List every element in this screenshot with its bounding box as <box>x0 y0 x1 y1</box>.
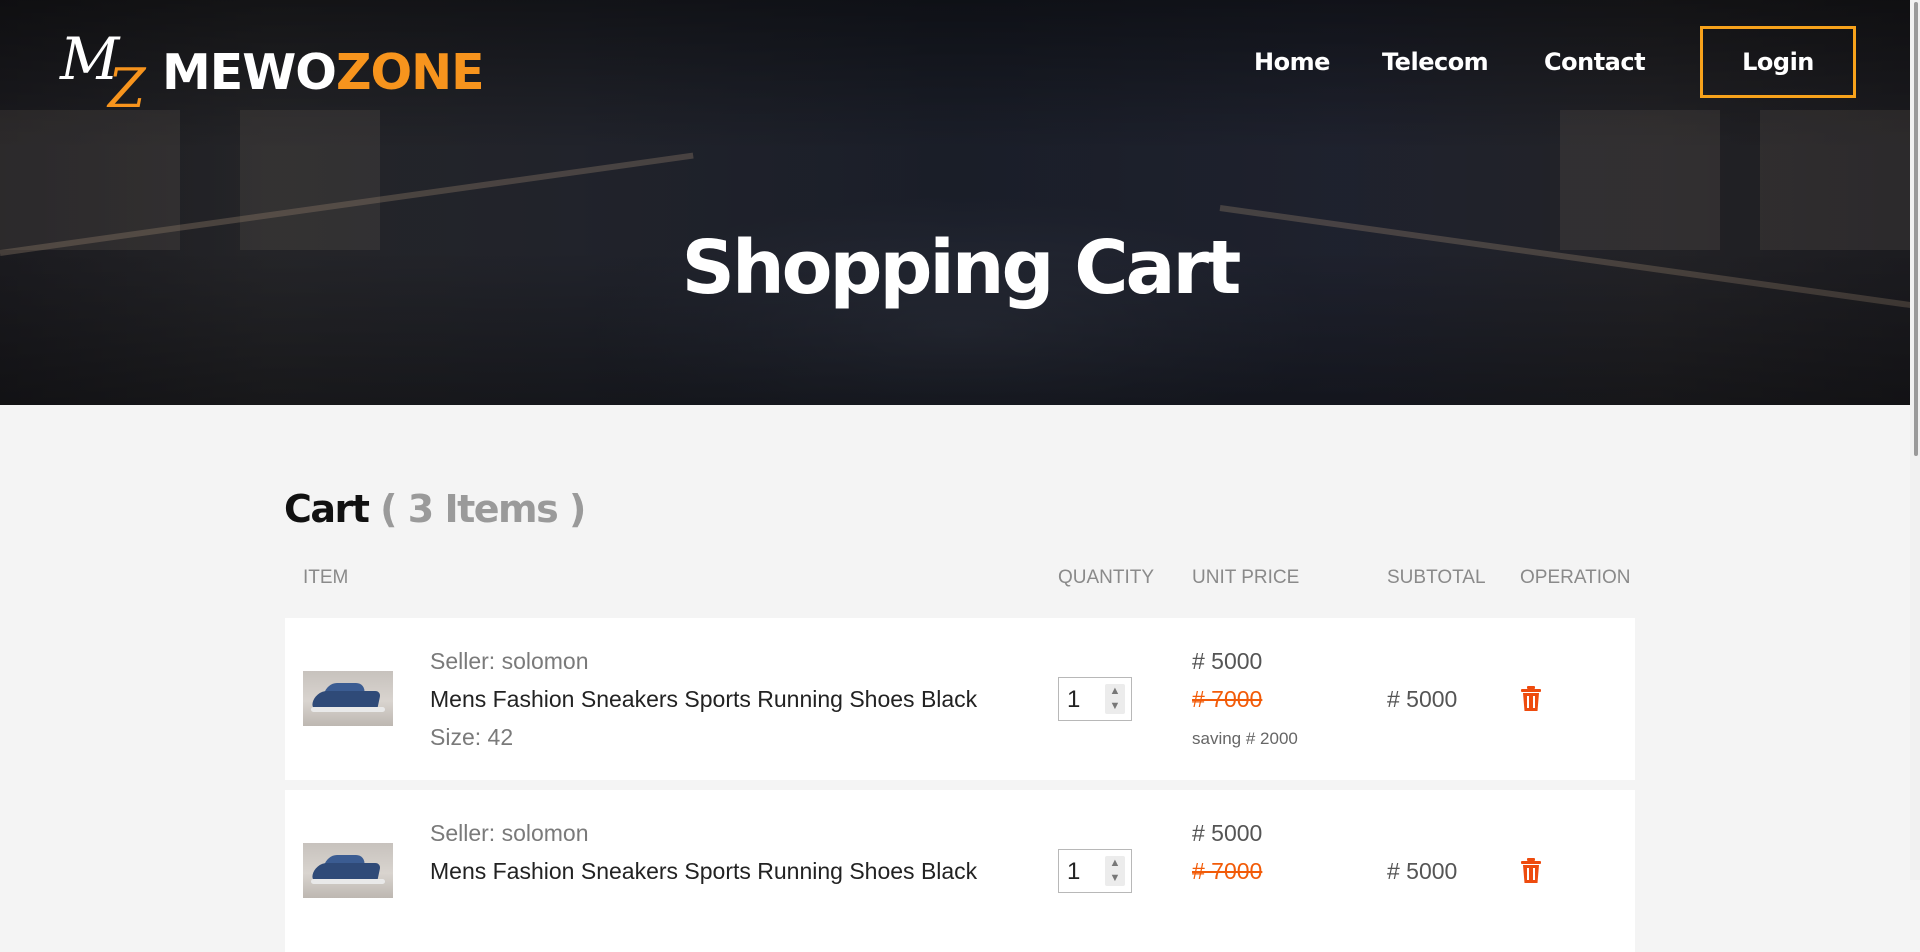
cart-heading: Cart ( 3 Items ) <box>284 487 586 531</box>
login-button[interactable]: Login <box>1700 26 1856 98</box>
seller-name: Seller: solomon <box>430 648 589 674</box>
brand-name-orange: ZONE <box>335 43 485 101</box>
unit-price: # 5000 <box>1192 820 1263 846</box>
product-size: Size: 42 <box>430 724 514 750</box>
original-price: # 7000 <box>1192 858 1263 884</box>
shoe-sole <box>311 707 385 712</box>
brand-name-white: MEWO <box>162 43 337 101</box>
column-header-subtotal: SUBTOTAL <box>1387 567 1486 588</box>
column-header-item: ITEM <box>303 567 349 588</box>
nav-telecom[interactable]: Telecom <box>1382 48 1489 76</box>
unit-price: # 5000 <box>1192 648 1263 674</box>
nav-contact[interactable]: Contact <box>1544 48 1646 76</box>
logo-mark: M Z <box>60 30 152 120</box>
trash-icon[interactable] <box>1520 686 1542 712</box>
brand-logo[interactable]: M Z MEWOZONE <box>60 30 485 120</box>
chevron-up-icon[interactable]: ▲ <box>1105 856 1125 871</box>
column-header-unit-price: UNIT PRICE <box>1192 567 1300 588</box>
column-header-operation: OPERATION <box>1520 567 1631 588</box>
chevron-up-icon[interactable]: ▲ <box>1105 684 1125 699</box>
quantity-spinner[interactable]: ▲ ▼ <box>1105 684 1125 714</box>
row-subtotal: # 5000 <box>1387 686 1458 712</box>
seller-name: Seller: solomon <box>430 820 589 846</box>
cart-title: Cart <box>284 487 370 531</box>
original-price: # 7000 <box>1192 686 1263 712</box>
cart-item-count: ( 3 Items ) <box>380 487 586 531</box>
hero-banner: M Z MEWOZONE Home Telecom Contact Login … <box>0 0 1920 405</box>
row-subtotal: # 5000 <box>1387 858 1458 884</box>
quantity-stepper[interactable]: 1 ▲ ▼ <box>1058 849 1132 893</box>
quantity-stepper[interactable]: 1 ▲ ▼ <box>1058 677 1132 721</box>
quantity-spinner[interactable]: ▲ ▼ <box>1105 856 1125 886</box>
cart-row: Seller: solomon Mens Fashion Sneakers Sp… <box>285 790 1635 952</box>
scrollbar-thumb[interactable] <box>1914 2 1918 456</box>
quantity-value[interactable]: 1 <box>1067 858 1080 886</box>
product-name[interactable]: Mens Fashion Sneakers Sports Running Sho… <box>430 858 977 885</box>
product-thumbnail[interactable] <box>303 843 393 898</box>
product-thumbnail[interactable] <box>303 671 393 726</box>
column-header-quantity: QUANTITY <box>1058 567 1155 588</box>
product-name[interactable]: Mens Fashion Sneakers Sports Running Sho… <box>430 686 977 713</box>
cart-row: Seller: solomon Mens Fashion Sneakers Sp… <box>285 618 1635 780</box>
nav-home[interactable]: Home <box>1254 48 1330 76</box>
quantity-value[interactable]: 1 <box>1067 686 1080 714</box>
chevron-down-icon[interactable]: ▼ <box>1105 699 1125 714</box>
saving-amount: saving # 2000 <box>1192 729 1298 748</box>
trash-icon[interactable] <box>1520 858 1542 884</box>
logo-z: Z <box>108 57 146 120</box>
chevron-down-icon[interactable]: ▼ <box>1105 871 1125 886</box>
page-title: Shopping Cart <box>681 225 1242 311</box>
page-scrollbar[interactable] <box>1910 0 1920 880</box>
brand-name: MEWOZONE <box>162 43 485 101</box>
